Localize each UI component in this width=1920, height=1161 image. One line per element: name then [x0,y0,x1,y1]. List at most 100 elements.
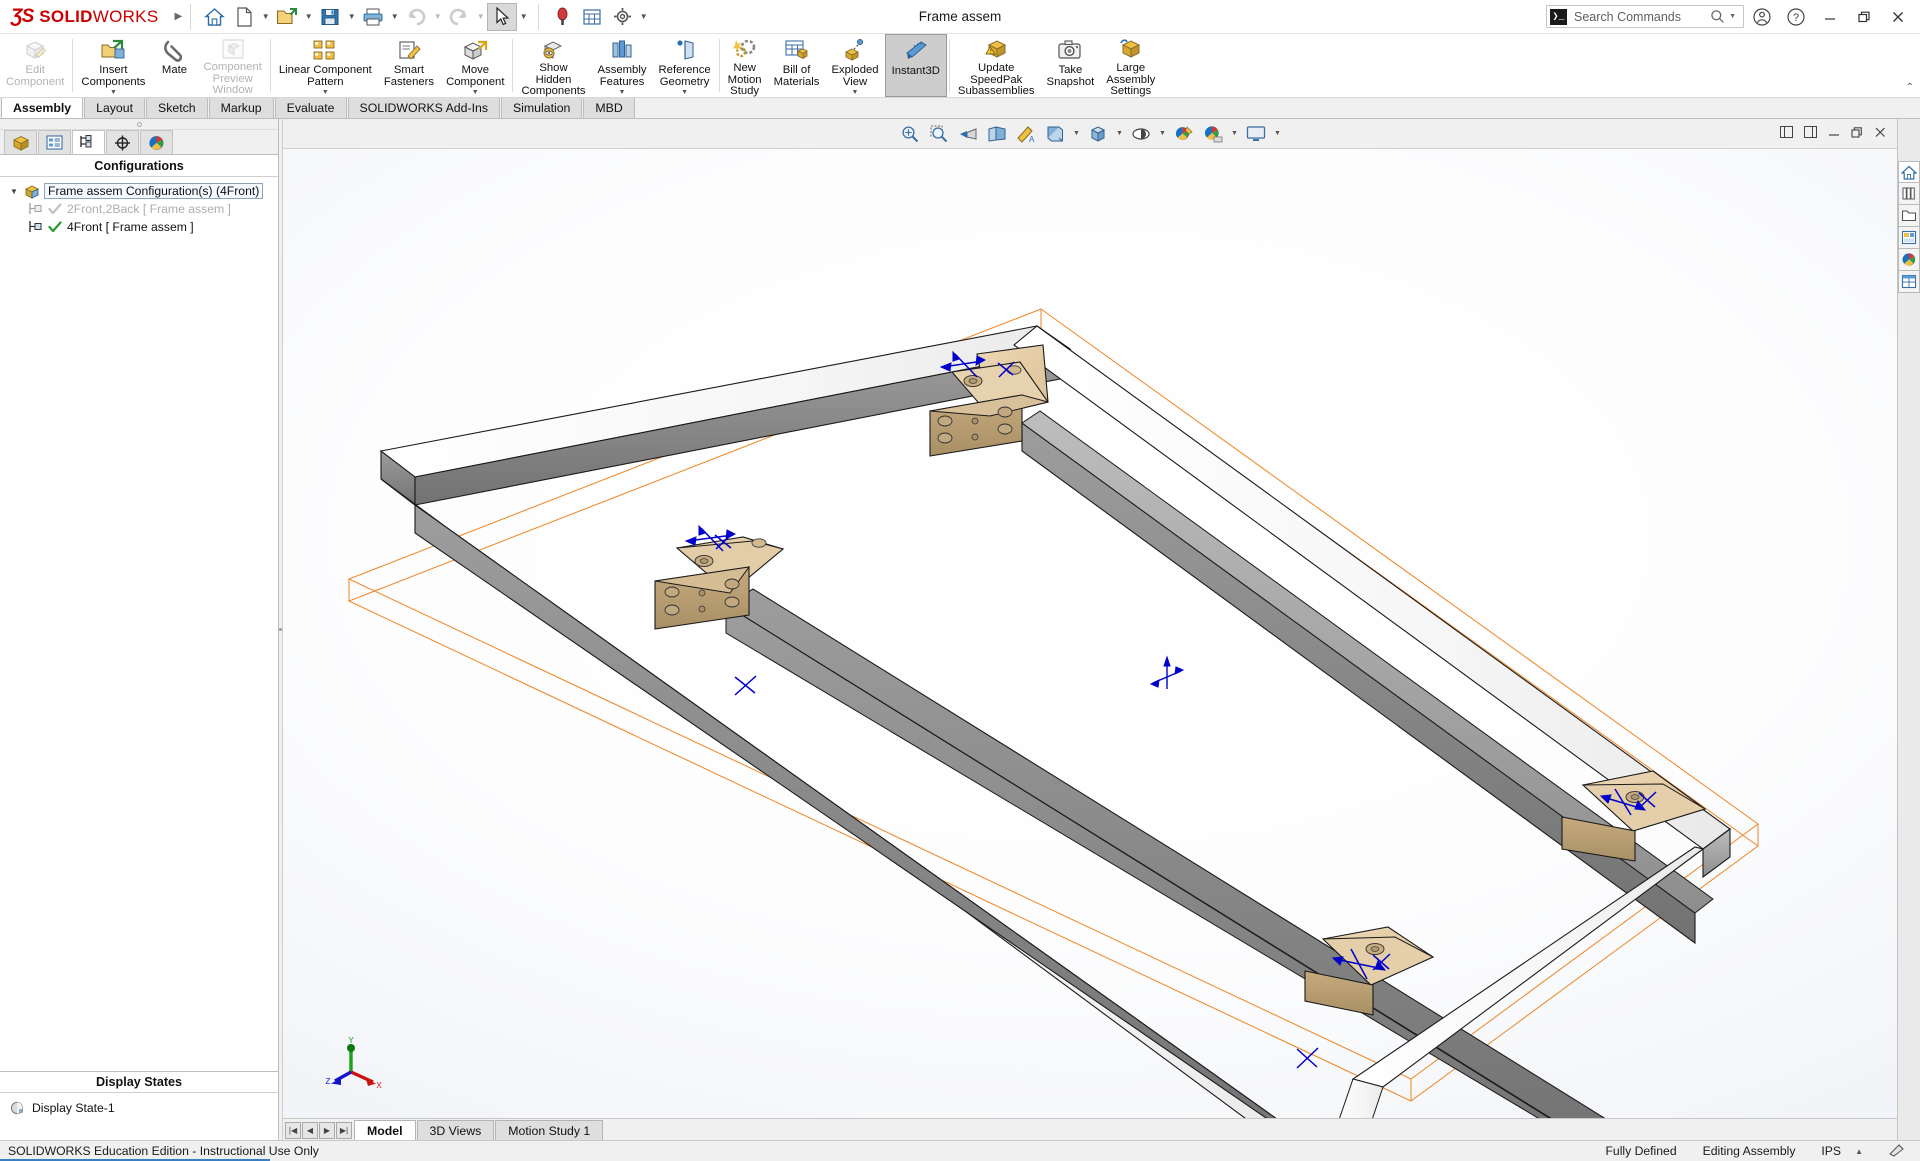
ribbon-tab-layout[interactable]: Layout [84,97,146,118]
ribbon-command-mate[interactable]: Mate [151,34,197,97]
zoom-to-area-icon[interactable] [926,122,953,146]
custom-properties-icon[interactable] [1898,271,1920,293]
ribbon-command-dropdown-caret-icon[interactable]: ▼ [322,89,329,96]
hide-show-dropdown-caret-icon[interactable]: ▼ [1157,122,1169,146]
tree-item[interactable]: 2Front,2Back [ Frame assem ] [0,200,278,218]
open-document-dropdown-caret-icon[interactable]: ▼ [302,3,315,31]
model-viewport[interactable]: Y X Z [283,149,1897,1118]
save-icon[interactable] [315,3,345,31]
minimize-button[interactable] [1814,2,1846,32]
new-document-icon[interactable] [229,3,259,31]
ribbon-tab-markup[interactable]: Markup [208,97,274,118]
new-document-dropdown-caret-icon[interactable]: ▼ [259,3,272,31]
display-style-icon[interactable] [1085,122,1112,146]
scene-backdrop-dropdown-caret-icon[interactable]: ▼ [1229,122,1241,146]
ribbon-command-assembly-features[interactable]: Assembly Features ▼ [592,34,653,97]
ribbon-command-reference-geometry[interactable]: Reference Geometry ▼ [653,34,717,97]
view-orientation-dropdown-caret-icon[interactable]: ▼ [1071,122,1083,146]
status-overlay-icon[interactable] [1889,1143,1906,1160]
tree-item[interactable]: ▼ Frame assem Configuration(s) (4Front) [0,182,278,200]
first-tab-button[interactable]: |◀ [285,1122,301,1139]
ribbon-tab-solidworks-add-ins[interactable]: SOLIDWORKS Add-Ins [347,97,500,118]
ribbon-command-large-assembly-settings[interactable]: Large Assembly Settings [1100,34,1161,97]
magnifier-icon[interactable] [547,3,577,31]
ribbon-command-insert-components[interactable]: Insert Components ▼ [75,34,151,97]
undo-dropdown-caret-icon[interactable]: ▼ [431,3,444,31]
configuration-manager-tab[interactable] [72,130,105,154]
ribbon-tab-assembly[interactable]: Assembly [1,97,84,118]
account-icon[interactable] [1746,2,1778,32]
ribbon-command-dropdown-caret-icon[interactable]: ▼ [472,89,479,96]
file-explorer-icon[interactable] [1898,205,1920,227]
ribbon-command-dropdown-caret-icon[interactable]: ▼ [110,89,117,96]
undo-icon[interactable] [401,3,431,31]
hide-show-items-icon[interactable] [1128,122,1155,146]
ribbon-command-instant3d[interactable]: Instant3D [884,34,947,97]
panel-grip-handle[interactable] [0,119,278,130]
help-icon[interactable]: ? [1780,2,1812,32]
last-tab-button[interactable]: ▶| [336,1122,352,1139]
view-orientation-icon[interactable] [1042,122,1069,146]
apply-scene-icon[interactable] [1171,122,1198,146]
ribbon-command-update-speedpak[interactable]: ! Update SpeedPak Subassemblies [952,34,1041,97]
section-view-icon[interactable] [984,122,1011,146]
rebuild-icon[interactable] [577,3,607,31]
property-manager-tab[interactable] [38,130,71,154]
search-input[interactable]: Search Commands [1567,10,1710,24]
ribbon-collapse-caret-icon[interactable]: ⌃ [1906,82,1914,93]
ribbon-command-new-motion-study[interactable]: New Motion Study [722,34,768,97]
units-caret-icon[interactable]: ▲ [1855,1147,1863,1156]
tile-right-icon[interactable] [1802,125,1820,142]
print-icon[interactable] [358,3,388,31]
next-tab-button[interactable]: ▶ [319,1122,335,1139]
viewport-tab-3d-views[interactable]: 3D Views [416,1120,495,1140]
tile-left-icon[interactable] [1778,125,1796,142]
scene-backdrop-icon[interactable] [1200,122,1227,146]
ribbon-tab-simulation[interactable]: Simulation [500,97,583,118]
list-item[interactable]: Display State-1 [0,1099,278,1117]
ribbon-command-linear-component-pattern[interactable]: Linear Component Pattern ▼ [273,34,378,97]
display-style-dropdown-caret-icon[interactable]: ▼ [1114,122,1126,146]
viewport-tab-model[interactable]: Model [354,1120,416,1140]
restore-button[interactable] [1848,2,1880,32]
feature-manager-tab[interactable] [4,130,37,154]
home-icon[interactable] [199,3,229,31]
display-manager-tab[interactable] [140,130,173,154]
open-document-icon[interactable] [272,3,302,31]
select-dropdown-caret-icon[interactable]: ▼ [517,3,530,31]
tree-item[interactable]: 4Front [ Frame assem ] [0,218,278,236]
restore-view-button[interactable] [1849,126,1866,142]
minimize-view-button[interactable] [1826,126,1843,142]
search-icon[interactable] [1710,9,1725,24]
ribbon-command-dropdown-caret-icon[interactable]: ▼ [619,89,626,96]
ribbon-command-dropdown-caret-icon[interactable]: ▼ [852,89,859,96]
view-palette-icon[interactable] [1898,227,1920,249]
print-dropdown-caret-icon[interactable]: ▼ [388,3,401,31]
edit-appearance-icon[interactable]: A [1013,122,1040,146]
select-icon[interactable] [487,2,518,31]
viewport-tab-motion-study-1[interactable]: Motion Study 1 [495,1120,604,1140]
ribbon-command-move-component[interactable]: Move Component ▼ [440,34,510,97]
previous-view-icon[interactable] [955,122,982,146]
ribbon-tab-evaluate[interactable]: Evaluate [274,97,347,118]
ribbon-command-bill-of-materials[interactable]: Bill of Materials [768,34,826,97]
ribbon-tab-mbd[interactable]: MBD [583,97,635,118]
previous-tab-button[interactable]: ◀ [302,1122,318,1139]
tree-expand-caret-icon[interactable]: ▼ [6,187,22,196]
options-gear-icon[interactable] [607,3,637,31]
ribbon-tab-sketch[interactable]: Sketch [146,97,208,118]
search-commands-box[interactable]: ❯_ Search Commands ▼ [1546,5,1744,28]
ribbon-command-smart-fasteners[interactable]: Smart Fasteners [378,34,440,97]
ribbon-command-take-snapshot[interactable]: Take Snapshot [1041,34,1101,97]
menu-expand-caret-icon[interactable]: ▶ [174,11,182,22]
redo-dropdown-caret-icon[interactable]: ▼ [474,3,487,31]
search-dropdown-caret-icon[interactable]: ▼ [1725,13,1740,20]
design-library-icon[interactable] [1898,183,1920,205]
view-palette-home-icon[interactable] [1898,161,1920,183]
ribbon-command-show-hidden-components[interactable]: Show Hidden Components [515,34,591,97]
zoom-to-fit-icon[interactable] [897,122,924,146]
ribbon-command-dropdown-caret-icon[interactable]: ▼ [681,89,688,96]
close-button[interactable] [1882,2,1914,32]
redo-icon[interactable] [444,3,474,31]
save-dropdown-caret-icon[interactable]: ▼ [345,3,358,31]
